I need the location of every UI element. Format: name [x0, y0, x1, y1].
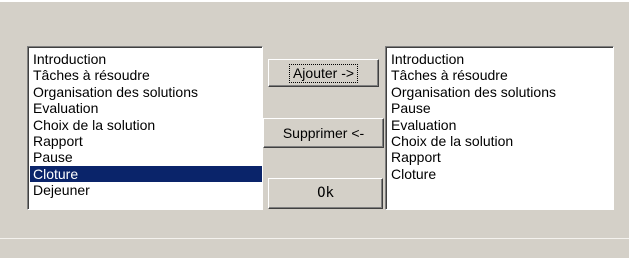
available-items-listbox[interactable]: Introduction Tâches à résoudre Organisat… — [27, 46, 263, 210]
list-item[interactable]: Choix de la solution — [388, 133, 613, 149]
list-item[interactable]: Pause — [30, 149, 262, 165]
add-button[interactable]: Ajouter -> — [268, 59, 379, 87]
list-item[interactable]: Introduction — [30, 51, 262, 67]
list-item[interactable]: Tâches à résoudre — [388, 67, 613, 83]
window-top-edge — [0, 0, 629, 2]
list-item[interactable]: Dejeuner — [30, 182, 262, 198]
list-item[interactable]: Choix de la solution — [30, 117, 262, 133]
selected-items-listbox[interactable]: Introduction Tâches à résoudre Organisat… — [385, 46, 614, 210]
add-button-label: Ajouter -> — [288, 64, 359, 83]
list-item-selected[interactable]: Cloture — [30, 165, 262, 183]
remove-button[interactable]: Supprimer <- — [263, 118, 384, 148]
list-item[interactable]: Rapport — [30, 133, 262, 149]
available-items-list: Introduction Tâches à résoudre Organisat… — [28, 47, 262, 199]
ok-button[interactable]: Ok — [268, 178, 383, 209]
list-item[interactable]: Organisation des solutions — [30, 84, 262, 100]
window-divider — [0, 238, 629, 239]
list-item[interactable]: Evaluation — [388, 117, 613, 133]
list-item[interactable]: Pause — [388, 100, 613, 116]
list-item[interactable]: Introduction — [388, 51, 613, 67]
list-item[interactable]: Organisation des solutions — [388, 84, 613, 100]
list-item[interactable]: Cloture — [388, 166, 613, 182]
list-item[interactable]: Tâches à résoudre — [30, 67, 262, 83]
selected-items-list: Introduction Tâches à résoudre Organisat… — [386, 47, 613, 182]
list-item[interactable]: Rapport — [388, 149, 613, 165]
list-item[interactable]: Evaluation — [30, 100, 262, 116]
